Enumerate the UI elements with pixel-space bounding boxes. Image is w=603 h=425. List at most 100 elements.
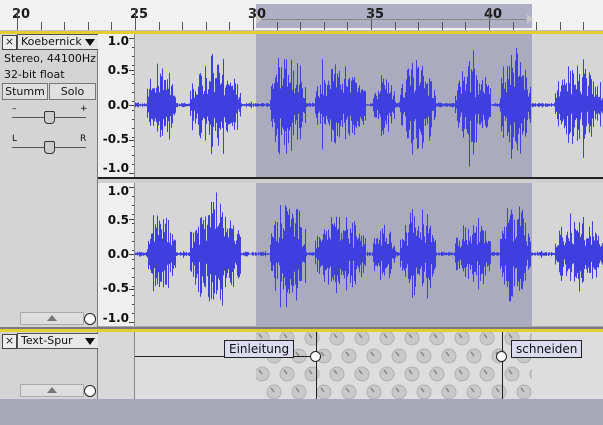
- scale-minor-tick: [132, 65, 134, 66]
- scale-label: 0.5: [107, 63, 129, 77]
- clock-icon: [329, 366, 345, 382]
- clock-icon: [454, 332, 470, 346]
- scale-minor-tick: [132, 155, 134, 156]
- scale-minor-tick: [132, 92, 134, 93]
- label-handle-icon[interactable]: [496, 351, 507, 362]
- chevron-down-icon: [85, 39, 95, 46]
- solo-button[interactable]: Solo: [49, 83, 96, 100]
- clock-icon: [404, 366, 420, 382]
- clock-icon: [416, 384, 432, 399]
- empty-track-area[interactable]: [0, 399, 603, 425]
- label-track-spacer: [98, 332, 135, 399]
- selection-end-marker-icon[interactable]: [527, 14, 533, 24]
- scale-minor-tick: [132, 322, 134, 323]
- ruler-tick: [347, 22, 349, 30]
- ruler-tick-label: 25: [130, 7, 149, 22]
- close-track-button[interactable]: ×: [2, 334, 17, 349]
- track-name: Koebernick: [21, 35, 82, 48]
- clock-icon: [466, 384, 482, 399]
- ruler-tick: [253, 8, 254, 30]
- clock-icon: [256, 366, 270, 382]
- scale-label: -1.0: [102, 311, 129, 325]
- scale-label: 1.0: [107, 184, 129, 198]
- scale-label: -0.5: [102, 281, 129, 295]
- scale-label: 0.0: [107, 98, 129, 112]
- scale-label: 0.5: [107, 213, 129, 227]
- track-name-menu[interactable]: Koebernick: [17, 34, 99, 50]
- gain-slider-thumb[interactable]: [44, 111, 55, 124]
- scale-minor-tick: [132, 110, 134, 111]
- clock-icon: [84, 385, 96, 397]
- ruler-tick: [229, 22, 231, 30]
- clock-icon: [441, 384, 457, 399]
- clock-icon: [391, 384, 407, 399]
- scale-minor-tick: [132, 286, 134, 287]
- scale-minor-tick: [132, 223, 134, 224]
- collapse-track-button[interactable]: [20, 384, 84, 397]
- scale-minor-tick: [132, 164, 134, 165]
- label-track-name: Text-Spur: [21, 334, 73, 347]
- ruler-tick: [182, 22, 184, 30]
- sync-lock-pattern: [256, 332, 532, 399]
- clock-icon: [491, 384, 507, 399]
- clock-icon: [366, 348, 382, 364]
- mute-button[interactable]: Stumm: [2, 83, 48, 100]
- clock-icon: [504, 366, 520, 382]
- label-schneiden[interactable]: schneiden: [511, 340, 583, 358]
- label-einleitung[interactable]: Einleitung: [224, 340, 295, 358]
- right-channel-scale: 1.0 0.5 0.0 -0.5 -1.0: [98, 183, 135, 326]
- ruler-tick: [135, 8, 136, 30]
- ruler-tick: [87, 22, 89, 30]
- left-channel-waveform: [135, 47, 603, 167]
- track-format-info: Stereo, 44100Hz: [4, 52, 96, 65]
- collapse-track-button[interactable]: [20, 312, 84, 325]
- scale-minor-tick: [132, 205, 134, 206]
- track-bitdepth-info: 32-bit float: [4, 68, 65, 81]
- pan-left-label: L: [12, 134, 18, 144]
- clock-icon: [291, 384, 307, 399]
- clock-icon: [466, 348, 482, 364]
- label-track-name-menu[interactable]: Text-Spur: [17, 333, 99, 349]
- clock-icon: [454, 366, 470, 382]
- scale-minor-tick: [132, 146, 134, 147]
- ruler-tick: [441, 22, 443, 30]
- label-handle-icon[interactable]: [310, 351, 321, 362]
- clock-icon: [354, 366, 370, 382]
- scale-minor-tick: [132, 241, 134, 242]
- clock-icon: [529, 368, 532, 380]
- clock-icon: [429, 366, 445, 382]
- right-channel-waveform: [135, 192, 603, 308]
- ruler-tick: [17, 8, 18, 30]
- clock-icon: [341, 348, 357, 364]
- scale-minor-tick: [132, 187, 134, 188]
- scale-tick: [129, 289, 134, 290]
- timeline-ruler[interactable]: 20 25 30 35 40: [0, 0, 603, 31]
- pan-slider-thumb[interactable]: [44, 141, 55, 154]
- selection-range-line: [262, 19, 526, 20]
- scale-tick: [129, 219, 134, 220]
- scale-minor-tick: [132, 232, 134, 233]
- audio-track-panel: × Koebernick Stereo, 44100Hz 32-bit floa…: [0, 34, 99, 327]
- scale-minor-tick: [132, 38, 134, 39]
- scale-minor-tick: [132, 47, 134, 48]
- ruler-tick: [536, 22, 538, 30]
- scale-minor-tick: [132, 137, 134, 138]
- ruler-tick: [205, 22, 207, 30]
- ruler-tick: [300, 22, 302, 30]
- scale-label: -1.0: [102, 161, 129, 175]
- scale-label: 1.0: [107, 34, 129, 48]
- chevron-down-icon: [85, 338, 95, 345]
- close-track-button[interactable]: ×: [2, 35, 17, 50]
- close-icon: ×: [4, 35, 15, 48]
- ruler-tick: [276, 22, 278, 30]
- clock-icon: [429, 332, 445, 346]
- clock-icon: [379, 366, 395, 382]
- scale-minor-tick: [132, 74, 134, 75]
- clock-icon: [516, 384, 532, 399]
- ruler-tick: [559, 22, 561, 30]
- clock-icon: [354, 332, 370, 346]
- scale-minor-tick: [132, 304, 134, 305]
- ruler-tick: [158, 22, 160, 30]
- pan-right-label: R: [80, 134, 87, 144]
- label-track-panel: × Text-Spur: [0, 332, 99, 399]
